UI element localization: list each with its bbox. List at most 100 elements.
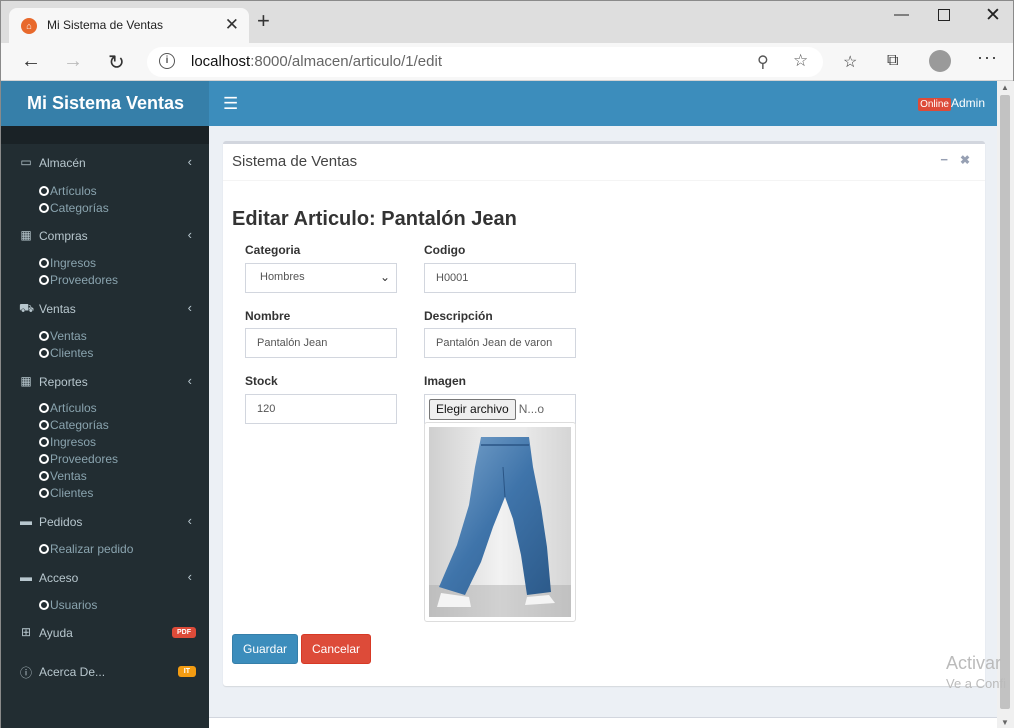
sidebar-item-label: Compras [39,229,88,243]
sidebar-subitem-reporte-ventas[interactable]: Ventas [39,469,87,483]
sidebar-item-ventas[interactable]: ⛟ Ventas ‹ [1,300,209,320]
url-text[interactable]: localhost:8000/almacen/articulo/1/edit [191,53,442,70]
app-logo[interactable]: Mi Sistema Ventas [1,81,209,126]
sidebar-subitem-ventas[interactable]: Ventas [39,329,87,343]
imagen-file-input[interactable]: Elegir archivo N...o [424,394,576,424]
circle-icon [39,471,49,481]
codigo-input[interactable]: H0001 [424,263,576,293]
site-info-icon[interactable]: i [159,53,175,69]
descripcion-label: Descripción [424,309,493,323]
address-bar[interactable]: i localhost:8000/almacen/articulo/1/edit… [147,47,823,77]
circle-icon [39,403,49,413]
categoria-select[interactable]: Hombres ⌄ [245,263,397,293]
site-favicon-icon: ⌂ [21,18,37,34]
chevron-left-icon: ‹ [187,373,192,388]
stock-input[interactable]: 120 [245,394,397,424]
scroll-down-arrow-icon[interactable]: ▼ [1001,718,1009,727]
shopping-cart-icon: ⛟ [19,301,35,315]
pdf-badge: PDF [172,627,196,638]
choose-file-button[interactable]: Elegir archivo [429,399,516,420]
sidebar-subitem-label: Usuarios [50,598,98,612]
info-circle-icon: ⓘ [19,666,32,680]
sidebar-subitem-reporte-proveedores[interactable]: Proveedores [39,452,118,466]
sidebar-item-compras[interactable]: ▦ Compras ‹ [1,227,209,247]
url-host: localhost [191,53,251,70]
sidebar-item-almacen[interactable]: ▭ Almacén ‹ [1,154,209,174]
save-button[interactable]: Guardar [232,634,298,664]
sidebar-subitem-reporte-articulos[interactable]: Artículos [39,401,97,415]
folder-icon: ▬ [20,570,32,584]
sidebar-subitem-articulos[interactable]: Artículos [39,184,97,198]
profile-avatar[interactable] [929,50,951,72]
remove-icon[interactable]: ✖ [960,153,970,167]
circle-icon [39,331,49,341]
sidebar-item-label: Ventas [39,302,76,316]
vertical-scrollbar[interactable]: ▲ ▼ [997,81,1014,728]
sidebar-user-panel [1,126,209,144]
tab-close-icon[interactable]: ✕ [225,15,239,35]
circle-icon [39,437,49,447]
more-menu-icon[interactable]: ··· [977,47,998,68]
circle-icon [39,544,49,554]
circle-icon [39,275,49,285]
new-tab-icon[interactable]: + [257,10,270,32]
sidebar-toggle-icon[interactable]: ☰ [223,94,238,114]
sidebar-item-label: Ayuda [39,626,73,640]
sidebar-subitem-usuarios[interactable]: Usuarios [39,598,97,612]
page-footer [209,717,997,728]
nombre-input[interactable]: Pantalón Jean [245,328,397,358]
sidebar-subitem-proveedores[interactable]: Proveedores [39,273,118,287]
jeans-photo [429,427,571,617]
circle-icon [39,420,49,430]
url-path: :8000/almacen/articulo/1/edit [250,53,442,70]
forward-arrow-icon[interactable]: → [63,50,83,73]
browser-tab[interactable]: ⌂ Mi Sistema de Ventas ✕ [9,8,249,43]
sidebar-item-ayuda[interactable]: ⊞ Ayuda PDF [1,624,209,644]
maximize-icon[interactable] [938,9,950,21]
minimize-icon[interactable]: — [894,6,909,23]
chevron-left-icon: ‹ [187,300,192,315]
codigo-label: Codigo [424,243,466,257]
activation-watermark: Activar Ve a Confi [946,653,1006,691]
descripcion-input[interactable]: Pantalón Jean de varon [424,328,576,358]
favorites-icon[interactable]: ☆ [843,52,857,72]
circle-icon [39,258,49,268]
nombre-label: Nombre [245,309,291,323]
sidebar-subitem-ingresos[interactable]: Ingresos [39,256,96,270]
circle-icon [39,186,49,196]
sidebar-subitem-label: Clientes [50,486,94,500]
scroll-up-arrow-icon[interactable]: ▲ [1001,83,1009,92]
collapse-icon[interactable]: − [940,152,948,167]
sidebar: ▭ Almacén ‹ Artículos Categorías ▦ Compr… [1,126,209,728]
sidebar-item-acerca[interactable]: ⓘ Acerca De... IT [1,663,209,683]
scrollbar-thumb[interactable] [1000,95,1010,709]
categoria-selected-value: Hombres [260,271,305,283]
sidebar-subitem-realizar-pedido[interactable]: Realizar pedido [39,542,133,556]
categoria-label: Categoria [245,243,301,257]
sidebar-item-label: Acerca De... [39,665,106,679]
sidebar-subitem-label: Clientes [50,346,94,360]
grid-icon: ▦ [20,228,32,242]
collections-icon[interactable]: ⧉ [887,52,898,70]
favorite-star-icon[interactable]: ☆ [793,51,808,71]
cancel-button[interactable]: Cancelar [301,634,371,664]
sidebar-item-reportes[interactable]: ▦ Reportes ‹ [1,373,209,393]
sidebar-subitem-categorias[interactable]: Categorías [39,201,109,215]
sidebar-subitem-reporte-categorias[interactable]: Categorías [39,418,109,432]
sidebar-subitem-reporte-ingresos[interactable]: Ingresos [39,435,96,449]
sidebar-item-pedidos[interactable]: ▬ Pedidos ‹ [1,513,209,533]
file-name: N...o [518,402,545,416]
reload-icon[interactable]: ↻ [108,50,125,75]
sidebar-subitem-reporte-clientes[interactable]: Clientes [39,486,93,500]
sidebar-subitem-clientes[interactable]: Clientes [39,346,93,360]
sidebar-subitem-label: Artículos [50,401,97,415]
sidebar-item-acceso[interactable]: ▬ Acceso ‹ [1,569,209,589]
zoom-icon[interactable]: ⚲ [757,52,769,72]
chevron-left-icon: ‹ [187,513,192,528]
chevron-down-icon: ⌄ [379,270,390,284]
window-close-icon[interactable]: ✕ [985,4,1001,27]
user-menu[interactable]: Online Admin [918,96,985,111]
back-arrow-icon[interactable]: ← [21,50,41,73]
circle-icon [39,203,49,213]
sidebar-item-label: Almacén [39,156,86,170]
